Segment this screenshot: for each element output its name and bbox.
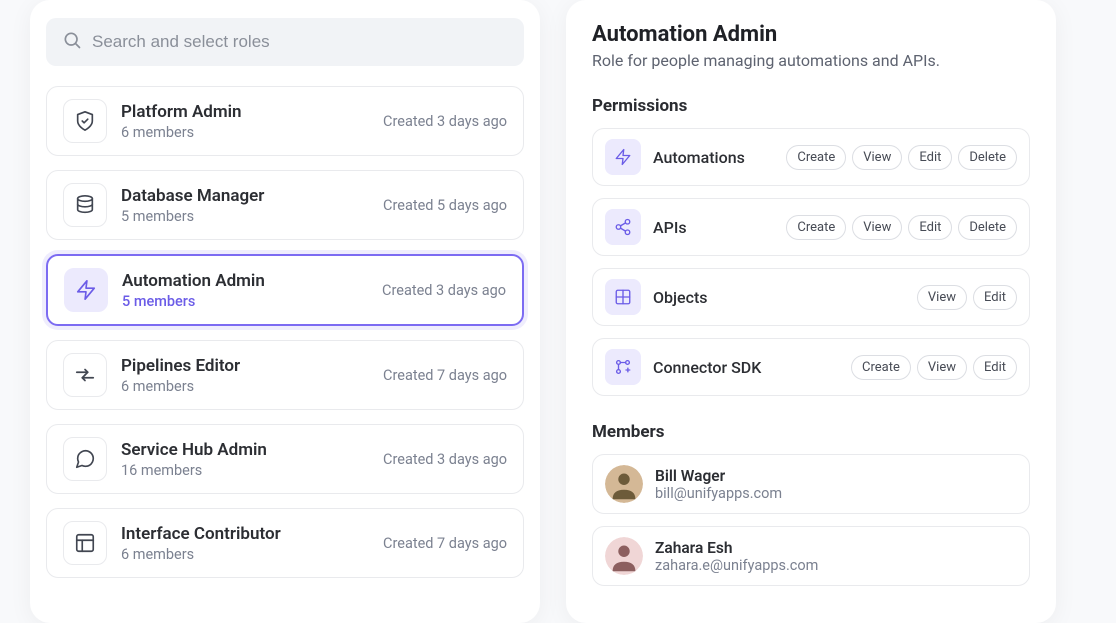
permission-name: Automations xyxy=(653,148,774,167)
role-members: 6 members xyxy=(121,546,369,563)
role-created: Created 3 days ago xyxy=(383,113,507,130)
role-created: Created 3 days ago xyxy=(382,282,506,299)
perm-action-view[interactable]: View xyxy=(917,285,967,310)
perm-action-view[interactable]: View xyxy=(852,145,902,170)
permission-actions: ViewEdit xyxy=(917,285,1017,310)
roles-panel: Platform Admin 6 members Created 3 days … xyxy=(30,0,540,623)
role-item-interface-contributor[interactable]: Interface Contributor 6 members Created … xyxy=(46,508,524,578)
detail-title: Automation Admin xyxy=(592,22,1030,47)
detail-description: Role for people managing automations and… xyxy=(592,51,1030,70)
role-members: 5 members xyxy=(121,208,369,225)
avatar xyxy=(605,465,643,503)
members-list: Bill Wager bill@unifyapps.com Zahara Esh… xyxy=(592,454,1030,586)
perm-action-edit[interactable]: Edit xyxy=(973,285,1017,310)
connector-icon xyxy=(605,349,641,385)
perm-action-edit[interactable]: Edit xyxy=(908,145,952,170)
role-name: Interface Contributor xyxy=(121,523,369,545)
permission-name: Objects xyxy=(653,288,905,307)
role-detail-panel: Automation Admin Role for people managin… xyxy=(566,0,1056,623)
shield-icon xyxy=(63,99,107,143)
layout-icon xyxy=(63,521,107,565)
role-name: Platform Admin xyxy=(121,101,369,123)
grid-icon xyxy=(605,279,641,315)
role-texts: Pipelines Editor 6 members xyxy=(121,355,369,395)
member-texts: Zahara Esh zahara.e@unifyapps.com xyxy=(655,539,818,574)
permissions-heading: Permissions xyxy=(592,96,1030,116)
permission-actions: CreateViewEditDelete xyxy=(786,145,1017,170)
search-box[interactable] xyxy=(46,18,524,66)
permissions-list: Automations CreateViewEditDelete APIs Cr… xyxy=(592,128,1030,396)
role-item-database-manager[interactable]: Database Manager 5 members Created 5 day… xyxy=(46,170,524,240)
perm-action-create[interactable]: Create xyxy=(786,145,846,170)
permission-connector-sdk: Connector SDK CreateViewEdit xyxy=(592,338,1030,396)
database-icon xyxy=(63,183,107,227)
permission-name: Connector SDK xyxy=(653,358,839,377)
member-email: bill@unifyapps.com xyxy=(655,485,782,502)
role-item-service-hub-admin[interactable]: Service Hub Admin 16 members Created 3 d… xyxy=(46,424,524,494)
role-name: Database Manager xyxy=(121,185,369,207)
role-item-platform-admin[interactable]: Platform Admin 6 members Created 3 days … xyxy=(46,86,524,156)
permission-apis: APIs CreateViewEditDelete xyxy=(592,198,1030,256)
role-created: Created 5 days ago xyxy=(383,197,507,214)
member-zahara-esh[interactable]: Zahara Esh zahara.e@unifyapps.com xyxy=(592,526,1030,586)
member-texts: Bill Wager bill@unifyapps.com xyxy=(655,467,782,502)
permission-name: APIs xyxy=(653,218,774,237)
member-email: zahara.e@unifyapps.com xyxy=(655,557,818,574)
role-members: 6 members xyxy=(121,124,369,141)
role-created: Created 7 days ago xyxy=(383,535,507,552)
role-texts: Database Manager 5 members xyxy=(121,185,369,225)
perm-action-delete[interactable]: Delete xyxy=(958,215,1017,240)
perm-action-create[interactable]: Create xyxy=(786,215,846,240)
perm-action-delete[interactable]: Delete xyxy=(958,145,1017,170)
role-created: Created 7 days ago xyxy=(383,367,507,384)
permission-automations: Automations CreateViewEditDelete xyxy=(592,128,1030,186)
perm-action-create[interactable]: Create xyxy=(851,355,911,380)
lightning-icon xyxy=(605,139,641,175)
search-icon xyxy=(62,30,82,54)
perm-action-view[interactable]: View xyxy=(917,355,967,380)
role-members: 16 members xyxy=(121,462,369,479)
members-heading: Members xyxy=(592,422,1030,442)
member-name: Bill Wager xyxy=(655,467,782,485)
permission-actions: CreateViewEditDelete xyxy=(786,215,1017,240)
permission-objects: Objects ViewEdit xyxy=(592,268,1030,326)
role-created: Created 3 days ago xyxy=(383,451,507,468)
role-members: 6 members xyxy=(121,378,369,395)
role-item-automation-admin[interactable]: Automation Admin 5 members Created 3 day… xyxy=(46,254,524,326)
perm-action-view[interactable]: View xyxy=(852,215,902,240)
role-texts: Platform Admin 6 members xyxy=(121,101,369,141)
perm-action-edit[interactable]: Edit xyxy=(973,355,1017,380)
role-name: Service Hub Admin xyxy=(121,439,369,461)
role-item-pipelines-editor[interactable]: Pipelines Editor 6 members Created 7 day… xyxy=(46,340,524,410)
role-texts: Interface Contributor 6 members xyxy=(121,523,369,563)
role-texts: Automation Admin 5 members xyxy=(122,270,368,310)
avatar xyxy=(605,537,643,575)
chat-icon xyxy=(63,437,107,481)
arrows-icon xyxy=(63,353,107,397)
lightning-icon xyxy=(64,268,108,312)
role-texts: Service Hub Admin 16 members xyxy=(121,439,369,479)
role-name: Automation Admin xyxy=(122,270,368,292)
permission-actions: CreateViewEdit xyxy=(851,355,1017,380)
member-name: Zahara Esh xyxy=(655,539,818,557)
role-name: Pipelines Editor xyxy=(121,355,369,377)
share-icon xyxy=(605,209,641,245)
search-input[interactable] xyxy=(92,32,508,52)
member-bill-wager[interactable]: Bill Wager bill@unifyapps.com xyxy=(592,454,1030,514)
perm-action-edit[interactable]: Edit xyxy=(908,215,952,240)
role-members: 5 members xyxy=(122,293,368,310)
role-list: Platform Admin 6 members Created 3 days … xyxy=(46,86,524,578)
